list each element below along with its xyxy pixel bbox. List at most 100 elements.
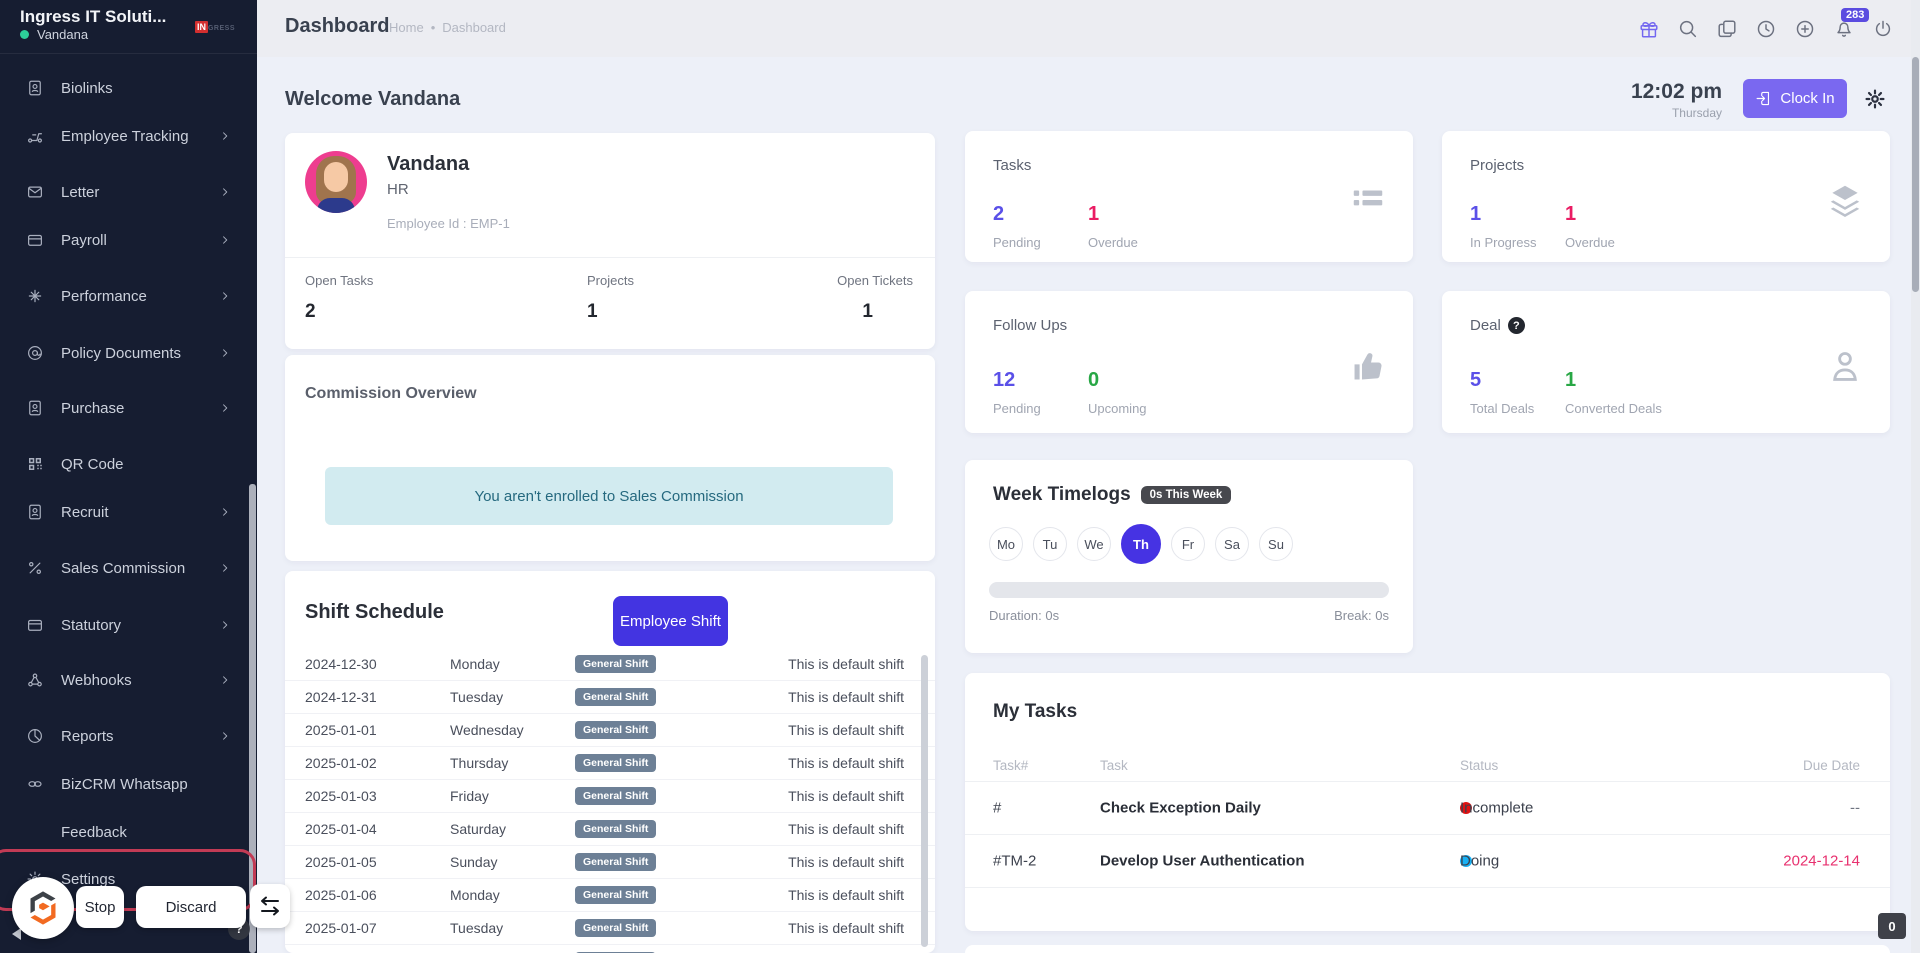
power-icon[interactable] <box>1872 18 1894 40</box>
page-scrollbar[interactable] <box>1911 0 1920 953</box>
discard-recording-button[interactable]: Discard <box>136 886 246 928</box>
shift-row: 2025-01-05SundayGeneral ShiftThis is def… <box>285 846 935 879</box>
stop-recording-button[interactable]: Stop <box>76 886 124 928</box>
gift-icon[interactable] <box>1638 18 1660 40</box>
sidebar-item-statutory[interactable]: Statutory <box>0 605 248 645</box>
swap-button[interactable] <box>250 884 290 928</box>
recorder-logo-button[interactable] <box>12 877 74 939</box>
week-total-badge: 0s This Week <box>1141 486 1232 504</box>
projects-inprogress-label: In Progress <box>1470 235 1565 250</box>
tasks-card: Tasks 2Pending 1Overdue <box>965 131 1413 262</box>
topbar: Dashboard Home • Dashboard 283 <box>257 0 1920 57</box>
projects-overdue-label: Overdue <box>1565 235 1660 250</box>
link-icon <box>26 775 44 793</box>
projects-value: 1 <box>587 301 598 323</box>
sidebar-header: Ingress IT Soluti... INGRESS Vandana <box>0 0 257 54</box>
chevron-right-icon <box>218 673 232 687</box>
projects-overdue-value: 1 <box>1565 203 1660 226</box>
my-tasks-header: Task# Task Status Due Date <box>965 758 1890 781</box>
qr-code-icon <box>26 455 44 473</box>
notes-icon[interactable] <box>1716 18 1738 40</box>
online-status-dot <box>20 30 29 39</box>
sidebar-item-sales-commission[interactable]: Sales Commission <box>0 548 248 588</box>
clock-in-button[interactable]: Clock In <box>1743 79 1847 118</box>
sidebar-item-qr-code[interactable]: QR Code <box>0 444 248 484</box>
breadcrumb-separator: • <box>431 20 436 35</box>
task-row: # Check Exception Daily Incomplete -- <box>965 781 1890 834</box>
follow-ups-card-title: Follow Ups <box>993 317 1067 334</box>
day-pill-fr[interactable]: Fr <box>1171 527 1205 561</box>
dashboard-settings-gear-icon[interactable] <box>1864 88 1886 110</box>
sidebar: Ingress IT Soluti... INGRESS Vandana Bio… <box>0 0 257 953</box>
deal-total-value: 5 <box>1470 369 1565 392</box>
shift-row: 2025-01-02ThursdayGeneral ShiftThis is d… <box>285 747 935 780</box>
deal-converted-value: 1 <box>1565 369 1695 392</box>
sidebar-scrollbar[interactable] <box>249 484 256 953</box>
divider <box>285 257 935 258</box>
recorder-logo-icon <box>23 888 63 928</box>
chevron-right-icon <box>218 129 232 143</box>
shift-badge: General Shift <box>575 754 656 772</box>
divider <box>965 887 1890 888</box>
breadcrumb-current: Dashboard <box>442 20 506 35</box>
topbar-icons: 283 <box>1638 0 1894 57</box>
search-icon[interactable] <box>1677 18 1699 40</box>
sidebar-item-webhooks[interactable]: Webhooks <box>0 660 248 700</box>
open-tasks-value: 2 <box>305 301 316 323</box>
wallet-icon <box>26 616 44 634</box>
day-pill-sa[interactable]: Sa <box>1215 527 1249 561</box>
shift-row: 2025-01-04SaturdayGeneral ShiftThis is d… <box>285 813 935 846</box>
shift-badge: General Shift <box>575 688 656 706</box>
shift-schedule-card: Shift Schedule Employee Shift 2024-12-30… <box>285 571 935 953</box>
shift-row: 2024-12-30MondayGeneral ShiftThis is def… <box>285 648 935 681</box>
task-list-icon <box>1349 181 1387 219</box>
day-pill-mo[interactable]: Mo <box>989 527 1023 561</box>
sidebar-item-policy-documents[interactable]: Policy Documents <box>0 333 248 373</box>
day-pill-tu[interactable]: Tu <box>1033 527 1067 561</box>
ingress-logo: INGRESS <box>195 17 235 35</box>
page-scrollbar-thumb[interactable] <box>1912 57 1919 292</box>
week-timelogs-card: Week Timelogs 0s This Week Mo Tu We Th F… <box>965 460 1413 653</box>
employee-id: Employee Id : EMP-1 <box>387 216 510 231</box>
sidebar-item-letter[interactable]: Letter <box>0 172 248 212</box>
pie-chart-icon <box>26 727 44 745</box>
sidebar-item-feedback[interactable]: Feedback <box>0 812 248 852</box>
shift-badge: General Shift <box>575 853 656 871</box>
sidebar-item-biolinks[interactable]: Biolinks <box>0 68 248 108</box>
sidebar-item-recruit[interactable]: Recruit <box>0 492 248 532</box>
sidebar-item-employee-tracking[interactable]: Employee Tracking <box>0 116 248 156</box>
col-due-date: Due Date <box>1803 758 1860 773</box>
bell-icon[interactable]: 283 <box>1833 18 1855 40</box>
sidebar-item-bizcrm-whatsapp[interactable]: BizCRM Whatsapp <box>0 764 248 804</box>
clock-icon[interactable] <box>1755 18 1777 40</box>
employee-shift-button[interactable]: Employee Shift <box>613 596 728 646</box>
current-time: 12:02 pm <box>1620 80 1722 104</box>
sidebar-item-purchase[interactable]: Purchase <box>0 388 248 428</box>
chevron-right-icon <box>218 233 232 247</box>
sidebar-collapse-icon[interactable] <box>12 928 21 940</box>
shift-table-scrollbar[interactable] <box>921 655 928 947</box>
breadcrumb: Home • Dashboard <box>389 20 506 35</box>
tasks-overdue-value: 1 <box>1088 203 1183 226</box>
duration-label: Duration: 0s <box>989 608 1059 623</box>
break-label: Break: 0s <box>1334 608 1389 623</box>
sidebar-item-payroll[interactable]: Payroll <box>0 220 248 260</box>
chevron-right-icon <box>218 346 232 360</box>
layers-icon <box>1826 181 1864 219</box>
sidebar-item-performance[interactable]: Performance <box>0 276 248 316</box>
deal-help-icon[interactable]: ? <box>1508 317 1525 334</box>
avatar <box>305 151 367 213</box>
task-row: #TM-2 Develop User Authentication Doing … <box>965 834 1890 887</box>
plus-circle-icon[interactable] <box>1794 18 1816 40</box>
sidebar-item-reports[interactable]: Reports <box>0 716 248 756</box>
col-status: Status <box>1460 758 1498 773</box>
id-badge-icon <box>26 399 44 417</box>
breadcrumb-home[interactable]: Home <box>389 20 424 35</box>
commission-alert: You aren't enrolled to Sales Commission <box>325 467 893 525</box>
day-pill-th-active[interactable]: Th <box>1121 524 1161 564</box>
timelog-progress-bar <box>989 582 1389 598</box>
day-pill-su[interactable]: Su <box>1259 527 1293 561</box>
shift-row: 2024-12-31TuesdayGeneral ShiftThis is de… <box>285 681 935 714</box>
day-pill-we[interactable]: We <box>1077 527 1111 561</box>
shift-badge: General Shift <box>575 655 656 673</box>
